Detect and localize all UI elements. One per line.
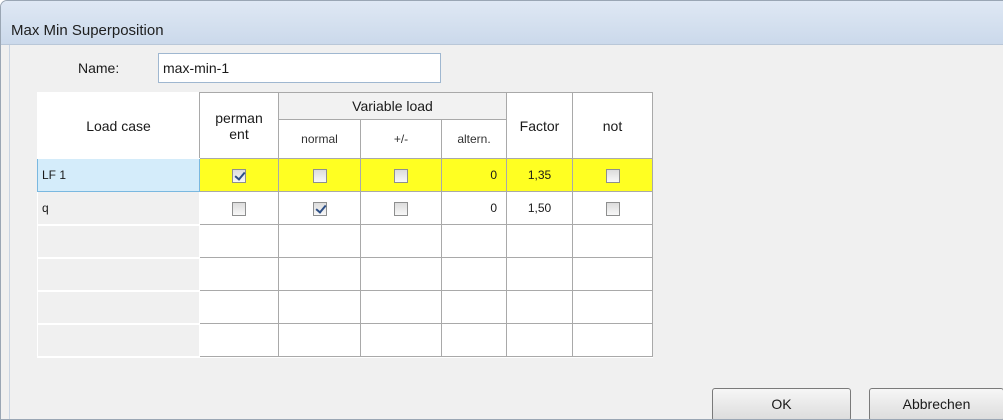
not-cell — [572, 191, 653, 225]
empty-table-row[interactable] — [37, 224, 653, 259]
empty-cell[interactable] — [506, 224, 573, 258]
dialog-title: Max Min Superposition — [11, 22, 164, 39]
not-checkbox[interactable] — [605, 168, 620, 183]
permanent-cell — [199, 158, 279, 192]
empty-cell[interactable] — [441, 323, 507, 357]
empty-cell[interactable] — [572, 323, 653, 357]
not-checkbox[interactable] — [605, 201, 620, 216]
load-case-cell[interactable] — [37, 257, 200, 292]
plus-minus-checkbox[interactable] — [394, 168, 408, 183]
factor-cell[interactable]: 1,35 — [506, 158, 573, 192]
header-load-case: Load case — [37, 92, 200, 159]
normal-checkbox[interactable] — [312, 201, 327, 216]
normal-cell — [278, 158, 361, 192]
plus-minus-cell — [360, 158, 442, 192]
empty-cell[interactable] — [278, 257, 361, 291]
name-input[interactable] — [158, 53, 441, 83]
empty-cell[interactable] — [199, 323, 279, 357]
empty-cell[interactable] — [199, 224, 279, 258]
load-case-cell[interactable] — [37, 323, 200, 358]
empty-cell[interactable] — [441, 224, 507, 258]
empty-cell[interactable] — [506, 323, 573, 357]
load-case-cell[interactable]: LF 1 — [37, 158, 200, 192]
header-plus-minus: +/- — [360, 119, 442, 159]
empty-cell[interactable] — [572, 257, 653, 291]
name-label: Name: — [78, 60, 120, 76]
header-factor: Factor — [506, 92, 573, 159]
plus-minus-cell — [360, 191, 442, 225]
empty-cell[interactable] — [278, 224, 361, 258]
dialog-window: Max Min Superposition Name: Load case pe… — [0, 0, 1003, 420]
table-row[interactable]: LF 1 0 1,35 — [37, 158, 653, 192]
empty-table-row[interactable] — [37, 257, 653, 292]
empty-cell[interactable] — [360, 323, 442, 357]
altern-cell[interactable]: 0 — [441, 158, 507, 192]
empty-cell[interactable] — [572, 290, 653, 324]
empty-table-row[interactable] — [37, 290, 653, 325]
cancel-button[interactable]: Abbrechen — [869, 388, 1003, 419]
empty-cell[interactable] — [278, 290, 361, 324]
empty-cell[interactable] — [199, 290, 279, 324]
empty-cell[interactable] — [506, 257, 573, 291]
ok-button[interactable]: OK — [712, 388, 851, 419]
factor-cell[interactable]: 1,50 — [506, 191, 573, 225]
empty-cell[interactable] — [360, 257, 442, 291]
load-case-cell[interactable] — [37, 224, 200, 259]
table-row[interactable]: q 0 1,50 — [37, 191, 653, 226]
load-case-cell[interactable]: q — [37, 191, 200, 226]
header-altern: altern. — [441, 119, 507, 159]
empty-cell[interactable] — [441, 290, 507, 324]
empty-cell[interactable] — [441, 257, 507, 291]
not-cell — [572, 158, 653, 192]
altern-cell[interactable]: 0 — [441, 191, 507, 225]
normal-checkbox[interactable] — [312, 168, 327, 183]
header-variable-load: Variable load — [278, 92, 507, 120]
header-normal: normal — [278, 119, 361, 159]
title-bar: Max Min Superposition — [1, 1, 1003, 45]
header-permanent: perman ent — [199, 92, 279, 159]
empty-table-row[interactable] — [37, 323, 653, 358]
empty-cell[interactable] — [360, 224, 442, 258]
load-case-table: Load case perman ent Variable load Factor… — [37, 92, 653, 358]
permanent-checkbox[interactable] — [232, 168, 246, 183]
permanent-checkbox[interactable] — [232, 201, 246, 216]
empty-cell[interactable] — [278, 323, 361, 357]
plus-minus-checkbox[interactable] — [394, 201, 408, 216]
normal-cell — [278, 191, 361, 225]
empty-cell[interactable] — [572, 224, 653, 258]
permanent-cell — [199, 191, 279, 225]
load-case-cell[interactable] — [37, 290, 200, 325]
header-not: not — [572, 92, 653, 159]
table-body: LF 1 0 1,35 q 0 1,50 — [37, 158, 653, 358]
empty-cell[interactable] — [506, 290, 573, 324]
empty-cell[interactable] — [199, 257, 279, 291]
empty-cell[interactable] — [360, 290, 442, 324]
